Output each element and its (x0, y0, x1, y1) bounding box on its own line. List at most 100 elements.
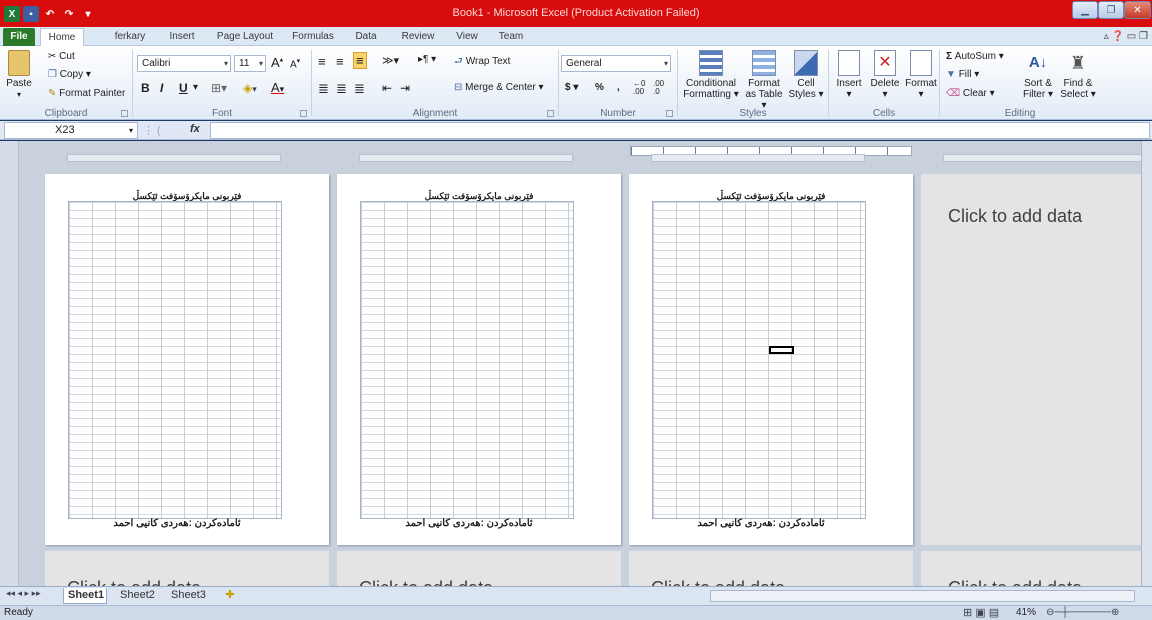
cut-button[interactable]: ✂ Cut (48, 51, 75, 62)
view-buttons-icon[interactable]: ⊞ ▣ ▤ (963, 606, 999, 620)
text-direction-icon[interactable]: ▸¶ ▾ (418, 54, 436, 65)
format-painter-button[interactable]: ✎ Format Painter (48, 88, 125, 99)
fill-button[interactable]: ▼ Fill ▾ (946, 69, 979, 80)
currency-button[interactable]: $ ▾ (565, 82, 578, 93)
increase-decimal-button[interactable]: ←0.00 (633, 80, 645, 96)
delete-cells-button[interactable]: ✕ Delete ▾ (867, 50, 903, 100)
font-launcher-icon[interactable] (300, 110, 307, 117)
insert-cells-button[interactable]: Insert ▾ (831, 50, 867, 100)
clear-label: Clear (962, 88, 987, 99)
new-sheet-icon[interactable]: ✚ (218, 588, 242, 604)
align-right-icon[interactable]: ≣ (354, 81, 365, 97)
click-to-add-data[interactable]: Click to add data (948, 578, 1082, 586)
align-left-icon[interactable]: ≣ (318, 81, 329, 97)
cell-grid[interactable] (68, 201, 282, 519)
zoom-slider[interactable]: ⊖─┼──────⊕ (1046, 606, 1119, 620)
formula-input[interactable] (210, 122, 1150, 139)
font-name-combo[interactable]: Calibri ▾ (137, 55, 231, 72)
comma-button[interactable]: , (617, 82, 620, 93)
empty-page[interactable]: Click to add data (45, 551, 329, 586)
number-launcher-icon[interactable] (666, 110, 673, 117)
tab-page-layout[interactable]: Page Layout (213, 28, 277, 46)
merge-center-button[interactable]: ⊟ Merge & Center ▾ (454, 82, 544, 93)
tab-formulas[interactable]: Formulas (287, 28, 339, 46)
bold-button[interactable]: B (141, 81, 150, 95)
conditional-formatting-button[interactable]: Conditional Formatting ▾ (682, 50, 740, 100)
sheet-tab-sheet2[interactable]: Sheet2 (116, 588, 160, 604)
copy-icon: ❐ (48, 69, 57, 80)
format-as-table-button[interactable]: Format as Table ▾ (742, 50, 786, 111)
tab-data[interactable]: Data (349, 28, 383, 46)
align-middle-icon[interactable]: ≡ (336, 54, 344, 69)
tab-review[interactable]: Review (396, 28, 440, 46)
printed-page-3[interactable]: فێربونی مایکرۆسۆفت ئێکسڵ ئامادەکردن :هەر… (629, 174, 913, 545)
increase-indent-icon[interactable]: ⇥ (400, 81, 410, 95)
tab-view[interactable]: View (451, 28, 483, 46)
zoom-level[interactable]: 41% (1016, 606, 1036, 620)
cell-grid[interactable] (652, 201, 866, 519)
font-group-label: Font (211, 108, 232, 119)
click-to-add-data[interactable]: Click to add data (948, 206, 1082, 227)
find-select-button[interactable]: ♜ Find & Select ▾ (1058, 50, 1098, 100)
cells-group-label: Cells (872, 108, 896, 119)
underline-dropdown-icon[interactable]: ▾ (193, 82, 198, 93)
tab-file[interactable]: File (3, 28, 35, 46)
number-format-combo[interactable]: General ▾ (561, 55, 671, 72)
sheet-tab-sheet3[interactable]: Sheet3 (167, 588, 211, 604)
clipboard-launcher-icon[interactable] (121, 110, 128, 117)
italic-button[interactable]: I (160, 81, 163, 95)
autosum-button[interactable]: Σ AutoSum ▾ (946, 51, 1004, 62)
percent-button[interactable]: % (595, 82, 604, 93)
empty-page[interactable]: Click to add data (921, 551, 1141, 586)
active-cell-selection[interactable] (769, 346, 794, 354)
click-to-add-data[interactable]: Click to add data (651, 578, 785, 586)
sort-filter-button[interactable]: A↓ Sort & Filter ▾ (1018, 50, 1058, 100)
vertical-scrollbar[interactable] (1141, 141, 1152, 586)
empty-page[interactable]: Click to add data (629, 551, 913, 586)
copy-button[interactable]: ❐ Copy ▾ (48, 69, 91, 80)
underline-button[interactable]: U (179, 81, 188, 95)
wrap-text-button[interactable]: ⮐ Wrap Text (454, 54, 510, 71)
click-to-add-data[interactable]: Click to add data (67, 578, 201, 586)
maximize-button[interactable]: ❐ (1098, 1, 1124, 19)
formula-bar: X23 ▾ ⋮ ( fx (0, 121, 1152, 140)
align-center-icon[interactable]: ≣ (336, 81, 347, 97)
horizontal-scrollbar[interactable] (710, 590, 1135, 602)
column-headers (67, 154, 281, 162)
minimize-button[interactable]: ▁ (1072, 1, 1098, 19)
click-to-add-data[interactable]: Click to add data (359, 578, 493, 586)
paste-button[interactable]: Paste ▾ (2, 50, 36, 100)
shrink-font-button[interactable]: A▾ (290, 57, 300, 70)
sheet-nav-icons[interactable]: ◂◂ ◂ ▸ ▸▸ (6, 588, 41, 599)
printed-page-2[interactable]: فێربونی مایکرۆسۆفت ئێکسڵ ئامادەکردن :هەر… (337, 174, 621, 545)
empty-page[interactable]: Click to add data (337, 551, 621, 586)
cell-grid[interactable] (360, 201, 574, 519)
clear-button[interactable]: ⌫ Clear ▾ (946, 88, 995, 99)
alignment-launcher-icon[interactable] (547, 110, 554, 117)
fill-color-icon[interactable]: ◈▾ (243, 81, 257, 95)
format-cells-button[interactable]: Format ▾ (903, 50, 939, 100)
grow-font-button[interactable]: A▴ (271, 55, 283, 70)
sheet-tab-sheet1[interactable]: Sheet1 (63, 588, 107, 604)
insert-function-button[interactable]: fx (190, 123, 200, 135)
printed-page-1[interactable]: فێربونی مایکرۆسۆفت ئێکسڵ ئامادەکردن :هەر… (45, 174, 329, 545)
ribbon-help-icons[interactable]: ▵ ❓ ▭ ❐ (1072, 28, 1152, 46)
empty-page[interactable]: Click to add data (921, 174, 1141, 545)
font-color-icon[interactable]: A▾ (271, 80, 284, 95)
currency-label: $ (565, 82, 571, 93)
tab-team[interactable]: Team (494, 28, 528, 46)
name-box[interactable]: X23 ▾ (4, 122, 138, 139)
borders-icon[interactable]: ⊞▾ (211, 81, 227, 95)
decrease-indent-icon[interactable]: ⇤ (382, 81, 392, 95)
tab-ferkary[interactable]: ferkary (110, 28, 150, 46)
cell-styles-button[interactable]: Cell Styles ▾ (786, 50, 826, 100)
tab-insert[interactable]: Insert (162, 28, 202, 46)
close-button[interactable]: ✕ (1124, 1, 1151, 19)
orientation-icon[interactable]: ≫▾ (382, 54, 399, 67)
tab-home[interactable]: Home (40, 28, 84, 46)
align-bottom-icon[interactable]: ≡ (353, 52, 367, 69)
font-size-combo[interactable]: 11 ▾ (234, 55, 266, 72)
align-top-icon[interactable]: ≡ (318, 54, 326, 69)
decrease-decimal-button[interactable]: .00.0 (653, 80, 664, 96)
shrink-font-label: A (290, 59, 297, 71)
